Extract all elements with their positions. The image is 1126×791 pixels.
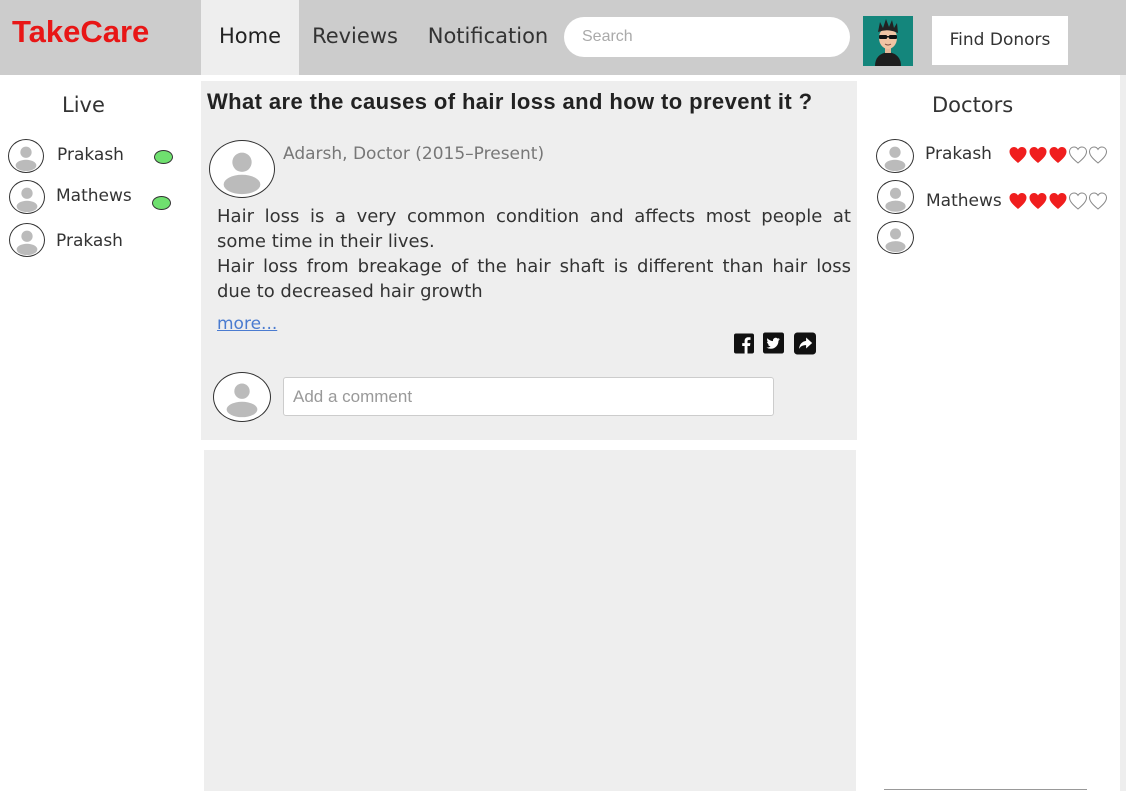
online-status-indicator bbox=[152, 196, 171, 210]
heart-filled-icon bbox=[1008, 145, 1028, 165]
live-section-title: Live bbox=[62, 93, 105, 117]
heart-empty-icon bbox=[1088, 145, 1108, 165]
post-author[interactable]: Adarsh, Doctor (2015–Present) bbox=[283, 144, 544, 164]
post-body-text: Hair loss is a very common condition and… bbox=[217, 206, 851, 302]
heart-filled-icon bbox=[1008, 191, 1028, 211]
online-status-indicator bbox=[154, 150, 173, 164]
app-logo[interactable]: TakeCare bbox=[12, 14, 149, 50]
top-header: TakeCare Home Reviews Notification Find … bbox=[0, 0, 1126, 75]
post-title[interactable]: What are the causes of hair loss and how… bbox=[207, 89, 877, 114]
facebook-icon[interactable] bbox=[734, 333, 754, 354]
doctor-name: Prakash bbox=[925, 144, 992, 164]
live-user-name: Prakash bbox=[56, 231, 123, 251]
doctor-rating bbox=[1008, 191, 1108, 211]
post-card-placeholder bbox=[204, 450, 856, 791]
doctor-avatar-icon bbox=[876, 139, 914, 173]
heart-filled-icon bbox=[1028, 191, 1048, 211]
post-card: What are the causes of hair loss and how… bbox=[201, 81, 857, 440]
heart-filled-icon bbox=[1028, 145, 1048, 165]
doctor-item[interactable] bbox=[876, 221, 1116, 255]
twitter-icon[interactable] bbox=[763, 332, 784, 354]
heart-empty-icon bbox=[1068, 145, 1088, 165]
post-body: Hair loss is a very common condition and… bbox=[217, 204, 851, 304]
user-avatar-icon bbox=[8, 139, 44, 173]
heart-empty-icon bbox=[1088, 191, 1108, 211]
live-user-name: Mathews bbox=[56, 186, 132, 206]
doctor-item[interactable]: Prakash bbox=[876, 139, 1116, 173]
tab-home[interactable]: Home bbox=[201, 0, 299, 75]
user-avatar-icon bbox=[9, 180, 45, 214]
find-donors-button[interactable]: Find Donors bbox=[932, 16, 1068, 65]
heart-empty-icon bbox=[1068, 191, 1088, 211]
live-user-item[interactable]: Prakash bbox=[8, 139, 198, 173]
commenter-avatar-icon bbox=[213, 372, 271, 422]
divider bbox=[884, 789, 1087, 790]
doctor-avatar-icon bbox=[877, 180, 914, 214]
live-user-item[interactable]: Prakash bbox=[8, 223, 198, 257]
doctor-rating bbox=[1008, 145, 1108, 165]
doctor-item[interactable]: Mathews bbox=[876, 180, 1116, 214]
user-avatar-icon[interactable] bbox=[863, 16, 913, 66]
right-scroll-gutter bbox=[1120, 75, 1126, 791]
tab-reviews[interactable]: Reviews bbox=[306, 0, 404, 75]
search-input[interactable] bbox=[564, 17, 850, 57]
share-icon[interactable] bbox=[794, 332, 816, 355]
tab-notification[interactable]: Notification bbox=[421, 0, 555, 75]
doctor-avatar-icon bbox=[877, 221, 914, 254]
more-link[interactable]: more... bbox=[217, 314, 277, 334]
doctors-section-title: Doctors bbox=[932, 93, 1014, 117]
heart-filled-icon bbox=[1048, 191, 1068, 211]
author-avatar-icon[interactable] bbox=[209, 140, 275, 198]
comment-input[interactable] bbox=[283, 377, 774, 416]
doctor-name: Mathews bbox=[926, 191, 1002, 211]
user-avatar-icon bbox=[9, 223, 45, 257]
heart-filled-icon bbox=[1048, 145, 1068, 165]
live-user-name: Prakash bbox=[57, 145, 124, 165]
live-user-item[interactable]: Mathews bbox=[8, 180, 198, 214]
